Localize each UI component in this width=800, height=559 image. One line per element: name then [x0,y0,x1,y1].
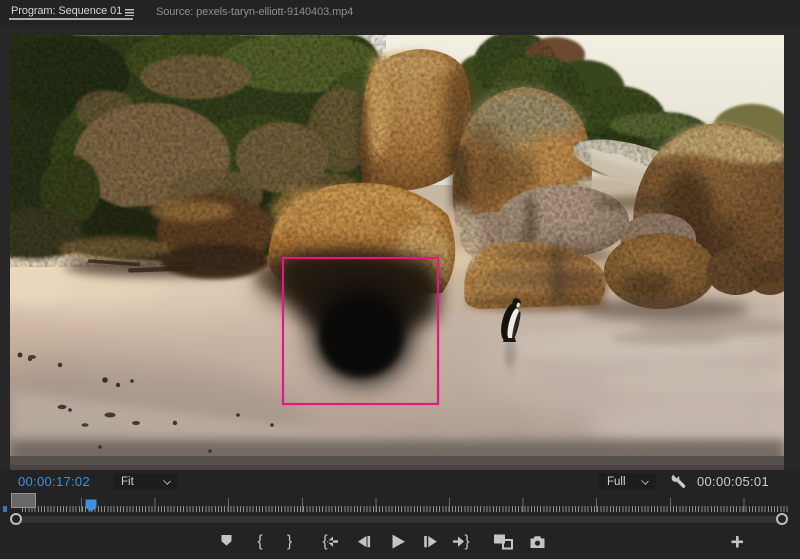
svg-text:}: } [287,533,293,550]
svg-text:{: { [257,533,263,550]
svg-text:}: } [464,533,470,550]
